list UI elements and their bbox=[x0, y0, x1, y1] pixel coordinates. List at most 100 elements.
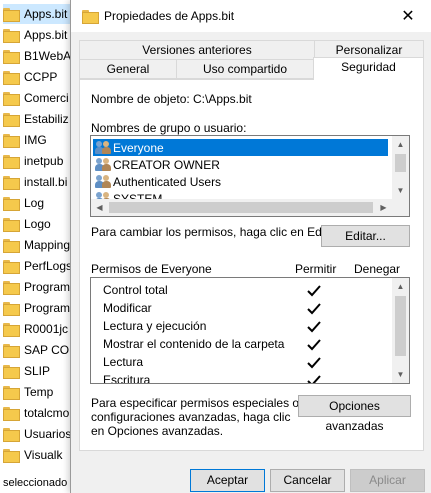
folder-icon bbox=[3, 365, 20, 379]
permissions-title: Permisos de Everyone bbox=[91, 262, 212, 276]
scroll-thumb[interactable] bbox=[395, 154, 406, 172]
close-icon[interactable]: ✕ bbox=[385, 0, 431, 32]
apply-button[interactable]: Aplicar bbox=[350, 469, 425, 492]
folder-icon bbox=[3, 176, 20, 190]
explorer-item[interactable]: B1WebA bbox=[3, 46, 70, 66]
explorer-item[interactable]: PerfLogs bbox=[3, 256, 70, 276]
explorer-item[interactable]: Logo bbox=[3, 214, 70, 234]
title-bar[interactable]: Propiedades de Apps.bit ✕ bbox=[71, 0, 431, 32]
scroll-right-icon[interactable]: ▶ bbox=[375, 199, 392, 216]
advanced-options-button[interactable]: Opciones avanzadas bbox=[298, 395, 411, 433]
tab-uso-compartido[interactable]: Uso compartido bbox=[176, 59, 314, 79]
folder-icon bbox=[3, 260, 20, 274]
explorer-item[interactable]: inetpub bbox=[3, 151, 70, 171]
dialog-title: Propiedades de Apps.bit bbox=[104, 9, 235, 23]
group-item-authenticated-users[interactable]: Authenticated Users bbox=[93, 173, 383, 190]
deny-header: Denegar bbox=[354, 262, 401, 276]
folder-icon bbox=[3, 407, 20, 421]
special-permissions-text-2: configuraciones avanzadas, haga clic bbox=[91, 410, 291, 424]
tab-versiones-anteriores[interactable]: Versiones anteriores bbox=[79, 40, 315, 60]
folder-icon bbox=[3, 155, 20, 169]
permission-row: Escritura bbox=[103, 372, 393, 383]
folder-icon bbox=[3, 113, 20, 127]
scroll-up-icon[interactable]: ▲ bbox=[392, 136, 409, 153]
tab-seguridad[interactable]: Seguridad bbox=[313, 57, 424, 80]
groups-listbox[interactable]: Everyone CREATOR OWNER Authenticated Use… bbox=[90, 135, 410, 217]
folder-icon bbox=[3, 386, 20, 400]
permissions-vertical-scrollbar[interactable]: ▲ ▼ bbox=[392, 278, 409, 383]
object-name-value: C:\Apps.bit bbox=[193, 92, 252, 106]
object-name-label: Nombre de objeto: bbox=[91, 92, 190, 106]
permission-row: Lectura bbox=[103, 354, 393, 372]
explorer-item[interactable]: Mapping bbox=[3, 235, 70, 255]
folder-icon bbox=[82, 10, 99, 24]
groups-horizontal-scrollbar[interactable]: ◀ ▶ bbox=[91, 199, 409, 216]
folder-icon bbox=[3, 323, 20, 337]
folder-icon bbox=[3, 197, 20, 211]
folder-icon bbox=[3, 239, 20, 253]
explorer-item[interactable]: Apps.bit bbox=[3, 4, 70, 24]
folder-icon bbox=[3, 8, 20, 22]
explorer-item[interactable]: IMG bbox=[3, 130, 70, 150]
explorer-item[interactable]: Log bbox=[3, 193, 70, 213]
scroll-left-icon[interactable]: ◀ bbox=[91, 199, 108, 216]
scroll-thumb[interactable] bbox=[109, 202, 373, 213]
group-item-everyone[interactable]: Everyone bbox=[93, 139, 388, 156]
check-icon bbox=[307, 339, 321, 351]
explorer-item[interactable]: Usuarios bbox=[3, 424, 70, 444]
change-permissions-hint: Para cambiar los permisos, haga clic en … bbox=[91, 225, 342, 239]
folder-icon bbox=[3, 50, 20, 64]
explorer-item[interactable]: Visualk bbox=[3, 445, 70, 465]
folder-icon bbox=[3, 218, 20, 232]
check-icon bbox=[307, 375, 321, 383]
explorer-item[interactable]: CCPP bbox=[3, 67, 70, 87]
scroll-down-icon[interactable]: ▼ bbox=[392, 366, 409, 383]
folder-icon bbox=[3, 449, 20, 463]
special-permissions-text-1: Para especificar permisos especiales o bbox=[91, 396, 300, 410]
scroll-up-icon[interactable]: ▲ bbox=[392, 278, 409, 295]
folder-icon bbox=[3, 29, 20, 43]
check-icon bbox=[307, 285, 321, 297]
permission-row: Lectura y ejecución bbox=[103, 318, 393, 336]
users-icon bbox=[95, 158, 111, 171]
screen: Apps.bit Apps.bit B1WebA CCPP Comerci Es… bbox=[0, 0, 431, 493]
folder-icon bbox=[3, 344, 20, 358]
folder-icon bbox=[3, 71, 20, 85]
explorer-item[interactable]: R0001jc bbox=[3, 319, 70, 339]
permission-row: Modificar bbox=[103, 300, 393, 318]
folder-icon bbox=[3, 134, 20, 148]
group-item-creator-owner[interactable]: CREATOR OWNER bbox=[93, 156, 383, 173]
groups-label: Nombres de grupo o usuario: bbox=[91, 121, 247, 135]
explorer-item[interactable]: Comerci bbox=[3, 88, 70, 108]
check-icon bbox=[307, 303, 321, 315]
ok-button[interactable]: Aceptar bbox=[190, 469, 265, 492]
explorer-item[interactable]: Program bbox=[3, 298, 70, 318]
explorer-item[interactable]: Apps.bit bbox=[3, 25, 70, 45]
explorer-item[interactable]: SAP CON bbox=[3, 340, 70, 360]
check-icon bbox=[307, 357, 321, 369]
folder-icon bbox=[3, 302, 20, 316]
permission-row: Mostrar el contenido de la carpeta bbox=[103, 336, 393, 354]
explorer-file-list: Apps.bit Apps.bit B1WebA CCPP Comerci Es… bbox=[0, 0, 70, 493]
explorer-item[interactable]: install.bi bbox=[3, 172, 70, 192]
users-icon bbox=[95, 141, 111, 154]
cancel-button[interactable]: Cancelar bbox=[270, 469, 345, 492]
check-icon bbox=[307, 321, 321, 333]
folder-icon bbox=[3, 428, 20, 442]
scroll-down-icon[interactable]: ▼ bbox=[392, 182, 409, 199]
permission-row: Control total bbox=[103, 282, 393, 300]
permissions-list: Control total Modificar Lectura y ejecuc… bbox=[90, 277, 410, 384]
users-icon bbox=[95, 175, 111, 188]
tab-general[interactable]: General bbox=[79, 59, 177, 79]
scroll-thumb[interactable] bbox=[395, 296, 406, 356]
explorer-item[interactable]: totalcmo bbox=[3, 403, 70, 423]
explorer-item[interactable]: Estabiliz bbox=[3, 109, 70, 129]
explorer-item[interactable]: Temp bbox=[3, 382, 70, 402]
folder-icon bbox=[3, 281, 20, 295]
allow-header: Permitir bbox=[295, 262, 337, 276]
explorer-item[interactable]: Program bbox=[3, 277, 70, 297]
folder-icon bbox=[3, 92, 20, 106]
edit-button[interactable]: Editar... bbox=[321, 225, 410, 247]
groups-vertical-scrollbar[interactable]: ▲ ▼ bbox=[392, 136, 409, 199]
explorer-item[interactable]: SLIP bbox=[3, 361, 70, 381]
